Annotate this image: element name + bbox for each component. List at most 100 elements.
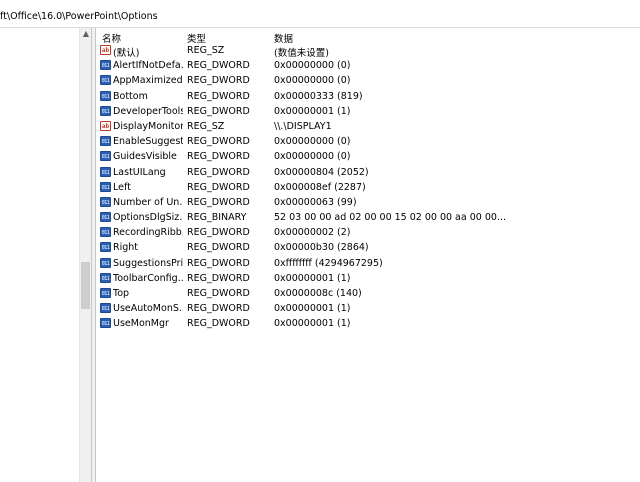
value-name: Top — [113, 288, 130, 299]
registry-value-row[interactable]: 011 Bottom REG_DWORD 0x00000333 (819) — [96, 89, 640, 104]
binary-value-icon: 011 — [100, 181, 111, 192]
value-data: 0xffffffff (4294967295) — [274, 257, 383, 269]
value-type: REG_DWORD — [187, 60, 250, 72]
value-data: 52 03 00 00 ad 02 00 00 15 02 00 00 aa 0… — [274, 212, 506, 224]
binary-value-icon: 011 — [100, 166, 111, 177]
value-data: 0x00000063 (99) — [274, 196, 357, 208]
registry-value-row[interactable]: ab (默认) REG_SZ (数值未设置) — [96, 43, 640, 59]
string-value-icon: ab — [100, 120, 111, 131]
registry-value-row[interactable]: 011 Top REG_DWORD 0x0000008c (140) — [96, 286, 640, 301]
value-name: (默认) — [113, 48, 140, 59]
value-data: 0x00000001 (1) — [274, 272, 351, 284]
registry-value-row[interactable]: 011 LastUILang REG_DWORD 0x00000804 (2052) — [96, 165, 640, 180]
registry-value-row[interactable]: 011 OptionsDlgSiz... REG_BINARY 52 03 00 00… — [96, 210, 640, 225]
binary-value-icon: 011 — [100, 303, 111, 314]
registry-value-row[interactable]: 011 GuidesVisible REG_DWORD 0x00000000 (0) — [96, 149, 640, 164]
value-data: 0x000008ef (2287) — [274, 181, 366, 193]
value-type: REG_DWORD — [187, 272, 250, 284]
value-name: Right — [113, 242, 139, 254]
scroll-thumb[interactable] — [81, 262, 90, 309]
value-type: REG_DWORD — [187, 242, 250, 254]
value-data: 0x00000001 (1) — [274, 303, 351, 315]
value-data: \\.\DISPLAY1 — [274, 120, 332, 132]
value-type: REG_DWORD — [187, 181, 250, 193]
value-data: 0x00000000 (0) — [274, 151, 351, 163]
value-type: REG_DWORD — [187, 196, 250, 208]
value-type: REG_DWORD — [187, 257, 250, 269]
address-bar[interactable]: ft\Office\16.0\PowerPoint\Options — [0, 0, 640, 28]
value-type: REG_DWORD — [187, 136, 250, 148]
registry-value-row[interactable]: 011 ToolbarConfig... REG_DWORD 0x00000001 (… — [96, 271, 640, 286]
value-name: AlertIfNotDefa... — [113, 60, 183, 72]
value-data: 0x00000002 (2) — [274, 227, 351, 239]
value-data: (数值未设置) — [274, 48, 329, 59]
value-data: 0x00000001 (1) — [274, 105, 351, 117]
tree-scrollbar[interactable]: ▲ — [79, 28, 91, 482]
values-list[interactable]: 名称 类型 数据 ab (默认) REG_SZ (数值未设置) 011 AlertIfNo… — [96, 28, 640, 482]
binary-value-icon: 011 — [100, 288, 111, 298]
value-name: UseMonMgr — [113, 318, 169, 330]
address-path: ft\Office\16.0\PowerPoint\Options — [0, 11, 158, 22]
value-type: REG_DWORD — [187, 90, 250, 102]
value-rows: ab (默认) REG_SZ (数值未设置) 011 AlertIfNotDefa... R… — [96, 43, 640, 332]
value-name: RecordingRibb... — [113, 227, 183, 239]
value-data: 0x00000001 (1) — [274, 318, 351, 330]
binary-value-icon: 011 — [100, 90, 111, 101]
registry-value-row[interactable]: 011 DeveloperTools REG_DWORD 0x00000001 (1) — [96, 104, 640, 119]
value-name: ToolbarConfig... — [113, 272, 183, 284]
value-data: 0x00000000 (0) — [274, 75, 351, 87]
registry-value-row[interactable]: 011 AppMaximized REG_DWORD 0x00000000 (0) — [96, 73, 640, 88]
registry-value-row[interactable]: 011 Right REG_DWORD 0x00000b30 (2864) — [96, 240, 640, 255]
list-header: 名称 类型 数据 — [96, 28, 640, 45]
registry-value-row[interactable]: 011 Left REG_DWORD 0x000008ef (2287) — [96, 180, 640, 195]
string-value-icon: ab — [100, 45, 111, 55]
value-type: REG_DWORD — [187, 288, 250, 299]
value-name: DeveloperTools — [113, 105, 183, 117]
binary-value-icon: 011 — [100, 136, 111, 147]
binary-value-icon: 011 — [100, 196, 111, 207]
registry-value-row[interactable]: 011SuggestionsPri... REG_DWORD 0xffffffff … — [96, 256, 640, 271]
value-type: REG_DWORD — [187, 151, 250, 163]
binary-value-icon: 011 — [100, 272, 111, 283]
value-data: 0x0000008c (140) — [274, 288, 362, 299]
value-type: REG_SZ — [187, 45, 225, 56]
registry-value-row[interactable]: 011EnableSuggest... REG_DWORD 0x00000000 (… — [96, 134, 640, 149]
value-type: REG_DWORD — [187, 105, 250, 117]
value-type: REG_DWORD — [187, 166, 250, 178]
value-name: DisplayMonitor — [113, 120, 183, 132]
value-name: SuggestionsPri... — [113, 257, 183, 269]
binary-value-icon: 011 — [100, 257, 111, 268]
value-data: 0x00000000 (0) — [274, 136, 351, 148]
value-data: 0x00000000 (0) — [274, 60, 351, 72]
value-type: REG_DWORD — [187, 227, 250, 239]
value-type: REG_DWORD — [187, 303, 250, 315]
registry-value-row[interactable]: 011 UseAutoMonS... REG_DWORD 0x00000001 (1) — [96, 301, 640, 316]
registry-value-row[interactable]: 011 UseMonMgr REG_DWORD 0x00000001 (1) — [96, 316, 640, 331]
value-name: GuidesVisible — [113, 151, 177, 163]
binary-value-icon: 011 — [100, 318, 111, 329]
value-data: 0x00000333 (819) — [274, 90, 363, 102]
binary-value-icon: 011 — [100, 242, 111, 253]
value-name: Number of Un... — [113, 196, 183, 208]
binary-value-icon: 011 — [100, 151, 111, 162]
tree-pane[interactable] — [0, 28, 91, 482]
registry-value-row[interactable]: 011RecordingRibb... REG_DWORD 0x00000002 (… — [96, 225, 640, 240]
value-type: REG_BINARY — [187, 212, 247, 224]
value-name: LastUILang — [113, 166, 166, 178]
registry-value-row[interactable]: 011 Number of Un... REG_DWORD 0x00000063 (9… — [96, 195, 640, 210]
value-type: REG_DWORD — [187, 318, 250, 330]
value-name: OptionsDlgSiz... — [113, 212, 183, 224]
registry-value-row[interactable]: ab DisplayMonitor REG_SZ \\.\DISPLAY1 — [96, 119, 640, 134]
value-data: 0x00000804 (2052) — [274, 166, 369, 178]
binary-value-icon: 011 — [100, 227, 111, 238]
value-type: REG_SZ — [187, 120, 225, 132]
value-name: UseAutoMonS... — [113, 303, 183, 315]
value-data: 0x00000b30 (2864) — [274, 242, 369, 254]
binary-value-icon: 011 — [100, 212, 111, 223]
value-name: Bottom — [113, 90, 148, 102]
value-type: REG_DWORD — [187, 75, 250, 87]
binary-value-icon: 011 — [100, 75, 111, 86]
value-name: Left — [113, 181, 131, 193]
binary-value-icon: 011 — [100, 60, 111, 71]
registry-value-row[interactable]: 011 AlertIfNotDefa... REG_DWORD 0x00000000 … — [96, 58, 640, 73]
